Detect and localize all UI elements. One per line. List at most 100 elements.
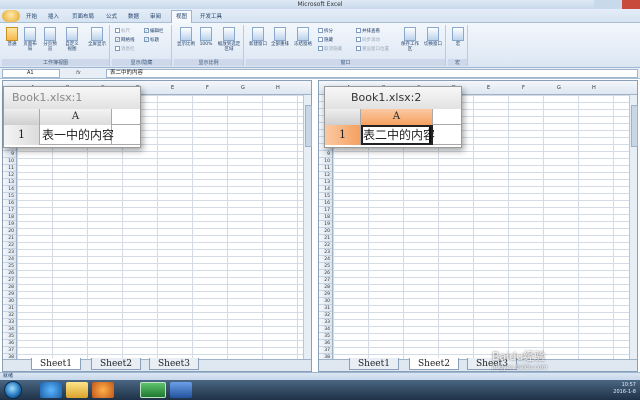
row-header[interactable]: 22	[319, 242, 332, 249]
row-header[interactable]: 12	[3, 172, 16, 179]
row-header[interactable]: 18	[3, 214, 16, 221]
formula-bar-checkbox[interactable]: ✓ 编辑栏	[144, 28, 164, 34]
system-clock[interactable]: 10:57 2016-1-8	[613, 382, 636, 396]
row-header[interactable]: 37	[3, 347, 16, 354]
row-header[interactable]: 32	[319, 312, 332, 319]
row-header-1[interactable]: 1	[325, 125, 361, 145]
row-header-1[interactable]: 1	[4, 125, 40, 145]
page-break-preview-button[interactable]: 分页预览	[42, 27, 58, 52]
switch-windows-button[interactable]: 切换窗口	[422, 27, 444, 47]
row-header[interactable]: 13	[319, 179, 332, 186]
column-header[interactable]: H	[592, 85, 596, 91]
row-header[interactable]: 36	[3, 340, 16, 347]
row-header[interactable]: 32	[3, 312, 16, 319]
close-button[interactable]	[622, 0, 640, 9]
internet-explorer-icon[interactable]	[40, 382, 62, 398]
vertical-scrollbar[interactable]	[303, 95, 312, 359]
cell-a1[interactable]: 表二中的内容	[361, 125, 435, 145]
row-header[interactable]: 34	[3, 326, 16, 333]
row-header[interactable]: 27	[3, 277, 16, 284]
row-header[interactable]: 24	[319, 256, 332, 263]
row-header[interactable]: 33	[3, 319, 16, 326]
file-explorer-icon[interactable]	[66, 382, 88, 398]
row-header[interactable]: 17	[319, 207, 332, 214]
row-header[interactable]: 35	[319, 333, 332, 340]
view-side-by-side-button[interactable]: 并排查看	[356, 28, 380, 34]
full-screen-button[interactable]: 全屏显示	[86, 27, 108, 47]
macros-button[interactable]: 宏	[450, 27, 466, 47]
row-header[interactable]: 37	[319, 347, 332, 354]
media-player-icon[interactable]	[92, 382, 114, 398]
row-header[interactable]: 13	[3, 179, 16, 186]
normal-view-button[interactable]: 普通	[4, 27, 20, 47]
freeze-panes-button[interactable]: 冻结窗格	[292, 27, 314, 47]
row-header[interactable]: 11	[3, 165, 16, 172]
reset-window-button[interactable]: 重设窗口位置	[356, 46, 389, 52]
save-workspace-button[interactable]: 保存工作区	[400, 27, 420, 52]
row-header[interactable]: 16	[3, 200, 16, 207]
row-header[interactable]: 10	[319, 158, 332, 165]
maximize-button[interactable]	[608, 0, 622, 9]
fx-icon[interactable]: fx	[76, 70, 81, 76]
tab-home[interactable]: 开始	[26, 12, 37, 20]
row-header[interactable]: 31	[3, 305, 16, 312]
unhide-button[interactable]: 取消隐藏	[318, 46, 342, 52]
zoom-100-button[interactable]: 100%	[198, 27, 214, 47]
minimize-button[interactable]	[594, 0, 608, 9]
row-header[interactable]: 35	[3, 333, 16, 340]
column-header[interactable]: E	[487, 85, 490, 91]
row-header[interactable]: 23	[319, 249, 332, 256]
gridlines-checkbox[interactable]: ✓ 网格线	[115, 37, 135, 43]
column-header-a[interactable]: A	[361, 109, 433, 125]
tab-developer[interactable]: 开发工具	[200, 12, 222, 20]
row-header[interactable]: 28	[319, 284, 332, 291]
row-header[interactable]: 30	[3, 298, 16, 305]
row-header[interactable]: 9	[3, 151, 16, 158]
page-layout-view-button[interactable]: 页面布局	[22, 27, 38, 52]
row-header[interactable]: 15	[3, 193, 16, 200]
vertical-scrollbar[interactable]	[629, 95, 638, 359]
row-header[interactable]: 20	[319, 228, 332, 235]
cell-a1[interactable]: 表一中的内容	[40, 125, 114, 145]
arrange-all-button[interactable]: 全部重排	[270, 27, 290, 47]
row-header[interactable]: 14	[3, 186, 16, 193]
custom-views-button[interactable]: 自定义视图	[64, 27, 80, 52]
row-header[interactable]: 10	[3, 158, 16, 165]
column-header[interactable]: F	[206, 85, 209, 91]
tab-view[interactable]: 视图	[171, 10, 193, 23]
zoom-to-selection-button[interactable]: 缩放到选定区域	[216, 27, 242, 52]
column-header[interactable]: E	[171, 85, 174, 91]
column-header[interactable]: F	[522, 85, 525, 91]
sheet-tab-sheet2[interactable]: Sheet2	[409, 358, 459, 370]
row-header[interactable]: 28	[3, 284, 16, 291]
word-taskbar-icon[interactable]	[170, 382, 192, 398]
row-header[interactable]: 26	[3, 270, 16, 277]
sync-scroll-button[interactable]: 同步滚动	[356, 37, 380, 43]
row-header[interactable]: 31	[319, 305, 332, 312]
row-header[interactable]: 27	[319, 277, 332, 284]
row-header[interactable]: 34	[319, 326, 332, 333]
row-header[interactable]: 17	[3, 207, 16, 214]
sheet-tab-sheet1[interactable]: Sheet1	[31, 358, 81, 370]
select-all-corner[interactable]	[325, 109, 361, 125]
row-header[interactable]: 36	[319, 340, 332, 347]
row-header[interactable]: 33	[319, 319, 332, 326]
select-all-corner[interactable]	[4, 109, 40, 125]
row-header[interactable]: 21	[3, 235, 16, 242]
office-button[interactable]	[2, 10, 20, 22]
row-header[interactable]: 21	[319, 235, 332, 242]
row-header[interactable]: 12	[319, 172, 332, 179]
excel-taskbar-icon[interactable]	[140, 382, 166, 398]
sheet-tab-sheet2[interactable]: Sheet2	[91, 358, 141, 370]
name-box[interactable]: A1	[2, 69, 60, 78]
row-header[interactable]: 25	[319, 263, 332, 270]
column-header[interactable]: H	[276, 85, 280, 91]
row-header[interactable]: 15	[319, 193, 332, 200]
row-header[interactable]: 19	[319, 221, 332, 228]
new-window-button[interactable]: 新建窗口	[248, 27, 268, 47]
tab-insert[interactable]: 插入	[48, 12, 59, 20]
row-header[interactable]: 23	[3, 249, 16, 256]
row-header[interactable]: 24	[3, 256, 16, 263]
row-header[interactable]: 9	[319, 151, 332, 158]
column-header-a[interactable]: A	[40, 109, 112, 125]
